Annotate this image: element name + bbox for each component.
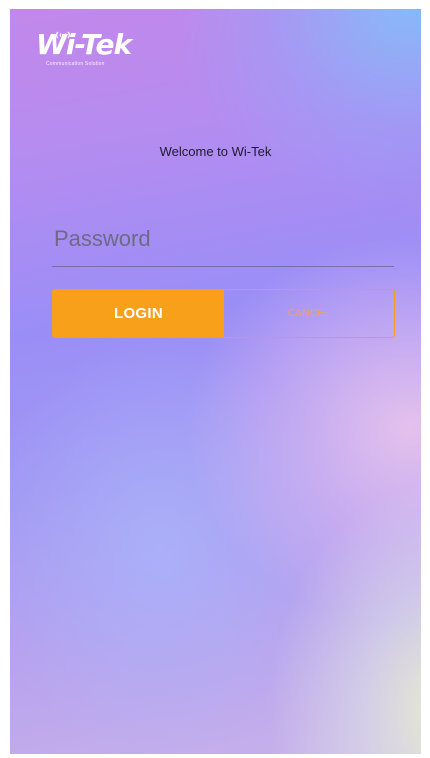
login-button[interactable]: LOGIN [53,290,224,337]
wi-tek-logo: Wi-Tek Communication Solution [34,27,132,71]
logo-text: Wi-Tek [36,28,132,61]
login-screen: Wi-Tek Communication Solution Welcome to… [10,9,421,754]
cancel-button[interactable]: CANCEL [224,290,394,337]
logo-tagline: Communication Solution [46,61,105,67]
welcome-heading: Welcome to Wi-Tek [159,144,272,159]
password-input[interactable] [52,211,394,267]
action-buttons: LOGIN CANCEL [52,289,395,338]
